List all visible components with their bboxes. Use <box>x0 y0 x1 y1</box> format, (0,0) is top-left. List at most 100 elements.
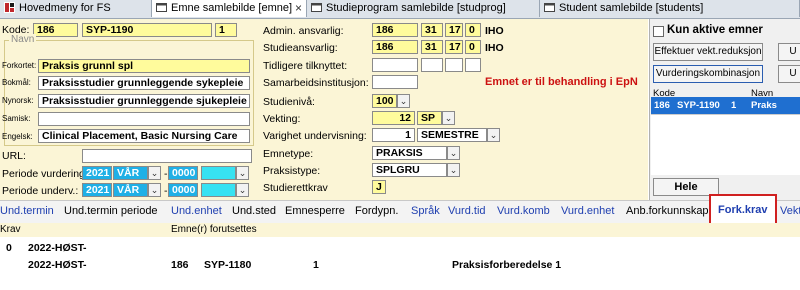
tidligere-fak-field[interactable] <box>421 58 443 72</box>
kode-institusjon-field[interactable]: 186 <box>33 23 78 37</box>
nynorsk-label: Nynorsk: <box>2 96 34 105</box>
tab-label: Studieprogram samlebilde [studprog] <box>326 2 506 14</box>
tab-und-sted[interactable]: Und.sted <box>232 205 276 217</box>
admin-fak-field[interactable]: 31 <box>421 23 443 37</box>
studieniva-field[interactable]: 100 <box>372 94 397 108</box>
effektuer-vektreduksjon-button[interactable]: Effektuer vekt.reduksjon <box>653 43 763 61</box>
list-item-kode: SYP-1190 <box>677 100 720 111</box>
periode-underv-label: Periode underv.: <box>2 185 79 197</box>
samarbeidsinstitusjon-label: Samarbeidsinstitusjon: <box>263 77 369 89</box>
list-empty-area <box>651 114 800 175</box>
admin-gruppe-field[interactable]: 0 <box>465 23 481 37</box>
tab-sprak[interactable]: Språk <box>411 205 440 217</box>
studieansvarlig-label: Studieansvarlig: <box>263 42 338 54</box>
tab-anb-forkunnskap[interactable]: Anb.forkunnskap <box>626 205 709 217</box>
window-icon <box>156 3 167 12</box>
periode-underv-to-term[interactable] <box>201 183 236 197</box>
list-item-versjon: 1 <box>731 100 737 111</box>
chevron-down-icon[interactable]: ⌄ <box>442 111 455 125</box>
chevron-down-icon[interactable]: ⌄ <box>397 94 410 108</box>
samarbeidsinstitusjon-field[interactable] <box>372 75 418 89</box>
chevron-down-icon[interactable]: ⌄ <box>236 183 249 197</box>
chevron-down-icon[interactable]: ⌄ <box>236 166 249 180</box>
tidligere-inst-field[interactable] <box>372 58 418 72</box>
row1-dash: - <box>83 242 87 254</box>
tab-fork-krav-label: Fork.krav <box>718 204 768 216</box>
studierettkrav-field[interactable]: J <box>372 180 386 194</box>
tab-vurd-tid[interactable]: Vurd.tid <box>448 205 486 217</box>
periode-vurdering-term[interactable]: VÅR <box>113 166 148 180</box>
tab-student-samlebilde[interactable]: Student samlebilde [students] <box>540 0 800 17</box>
studie-gruppe-field[interactable]: 0 <box>465 40 481 54</box>
admin-code: IHO <box>485 25 504 37</box>
tab-emnesperre[interactable]: Emnesperre <box>285 205 345 217</box>
tidligere-tilknyttet-label: Tidligere tilknyttet: <box>263 60 348 72</box>
forkortet-field[interactable]: Praksis grunnl spl <box>38 59 250 73</box>
row2-dash: - <box>83 259 87 271</box>
periode-vurdering-to-year[interactable]: 0000 <box>168 166 198 180</box>
tab-und-termin-periode[interactable]: Und.termin periode <box>64 205 158 217</box>
kode-emne-field[interactable]: SYP-1190 <box>82 23 212 37</box>
vekting-field[interactable]: 12 <box>372 111 415 125</box>
tab-und-enhet[interactable]: Und.enhet <box>171 205 222 217</box>
studie-fak-field[interactable]: 31 <box>421 40 443 54</box>
url-field[interactable] <box>82 149 252 163</box>
window-icon <box>311 3 322 12</box>
periode-vurdering-to-term[interactable] <box>201 166 236 180</box>
chevron-down-icon[interactable]: ⌄ <box>148 183 161 197</box>
list-item[interactable] <box>651 97 800 114</box>
studie-inst2-field[interactable]: 17 <box>445 40 463 54</box>
tab-studieprogram-samlebilde[interactable]: Studieprogram samlebilde [studprog] <box>307 0 540 17</box>
close-icon[interactable]: × <box>295 0 302 17</box>
row2-inst: 186 <box>171 259 189 271</box>
admin-ansvarlig-label: Admin. ansvarlig: <box>263 25 344 37</box>
studie-code: IHO <box>485 42 504 54</box>
periode-vurdering-dash: - <box>164 168 168 180</box>
admin-inst2-field[interactable]: 17 <box>445 23 463 37</box>
periode-underv-year[interactable]: 2021 <box>82 183 112 197</box>
tidligere-inst2-field[interactable] <box>445 58 463 72</box>
tab-label: Student samlebilde [students] <box>559 2 704 14</box>
tab-vurd-komb[interactable]: Vurd.komb <box>497 205 550 217</box>
chevron-down-icon[interactable]: ⌄ <box>447 163 460 177</box>
tab-fordypn[interactable]: Fordypn. <box>355 205 398 217</box>
bokmal-field[interactable]: Praksisstudier grunnleggende sykepleie <box>38 76 250 90</box>
studieniva-label: Studienivå: <box>263 96 315 108</box>
periode-underv-term[interactable]: VÅR <box>113 183 148 197</box>
samisk-field[interactable] <box>38 112 250 126</box>
admin-inst-field[interactable]: 186 <box>372 23 418 37</box>
praksistype-field[interactable]: SPLGRU <box>372 163 447 177</box>
vurderingskombinasjon-button[interactable]: Vurderingskombinasjon <box>653 65 763 83</box>
tidligere-gruppe-field[interactable] <box>465 58 481 72</box>
list-item-inst: 186 <box>654 100 670 111</box>
vekting-unit-field[interactable]: SP <box>417 111 442 125</box>
chevron-down-icon[interactable]: ⌄ <box>447 146 460 160</box>
row1-krav: 0 <box>6 242 12 254</box>
tab-hovedmeny[interactable]: Hovedmeny for FS <box>0 0 152 17</box>
chevron-down-icon[interactable]: ⌄ <box>487 128 500 142</box>
engelsk-label: Engelsk: <box>2 132 33 141</box>
u-button-1[interactable]: U <box>778 43 800 61</box>
varighet-field[interactable]: 1 <box>372 128 415 142</box>
engelsk-field[interactable]: Clinical Placement, Basic Nursing Care <box>38 129 250 143</box>
u-button-2[interactable]: U <box>778 65 800 83</box>
chevron-down-icon[interactable]: ⌄ <box>148 166 161 180</box>
emnetype-field[interactable]: PRAKSIS <box>372 146 447 160</box>
periode-vurdering-year[interactable]: 2021 <box>82 166 112 180</box>
periode-underv-to-year[interactable]: 0000 <box>168 183 198 197</box>
window-tab-bar: Hovedmeny for FS Emne samlebilde [emne] … <box>0 0 800 19</box>
tab-vurd-enhet[interactable]: Vurd.enhet <box>561 205 614 217</box>
tab-vekt[interactable]: Vekt. <box>780 205 800 217</box>
studie-inst-field[interactable]: 186 <box>372 40 418 54</box>
bokmal-label: Bokmål: <box>2 78 31 87</box>
kode-versjon-field[interactable]: 1 <box>215 23 237 37</box>
nynorsk-field[interactable]: Praksisstudier grunnleggende sjukepleie <box>38 94 250 108</box>
varighet-unit-field[interactable]: SEMESTRE <box>417 128 487 142</box>
emnetype-label: Emnetype: <box>263 148 314 160</box>
tab-emne-samlebilde[interactable]: Emne samlebilde [emne] × <box>152 0 307 17</box>
praksistype-label: Praksistype: <box>263 165 321 177</box>
tab-label: Emne samlebilde [emne] <box>171 2 293 14</box>
row2-emnenavn: Praksisforberedelse 1 <box>452 259 562 271</box>
tab-und-termin[interactable]: Und.termin <box>0 205 54 217</box>
checkbox-icon[interactable] <box>653 26 664 37</box>
